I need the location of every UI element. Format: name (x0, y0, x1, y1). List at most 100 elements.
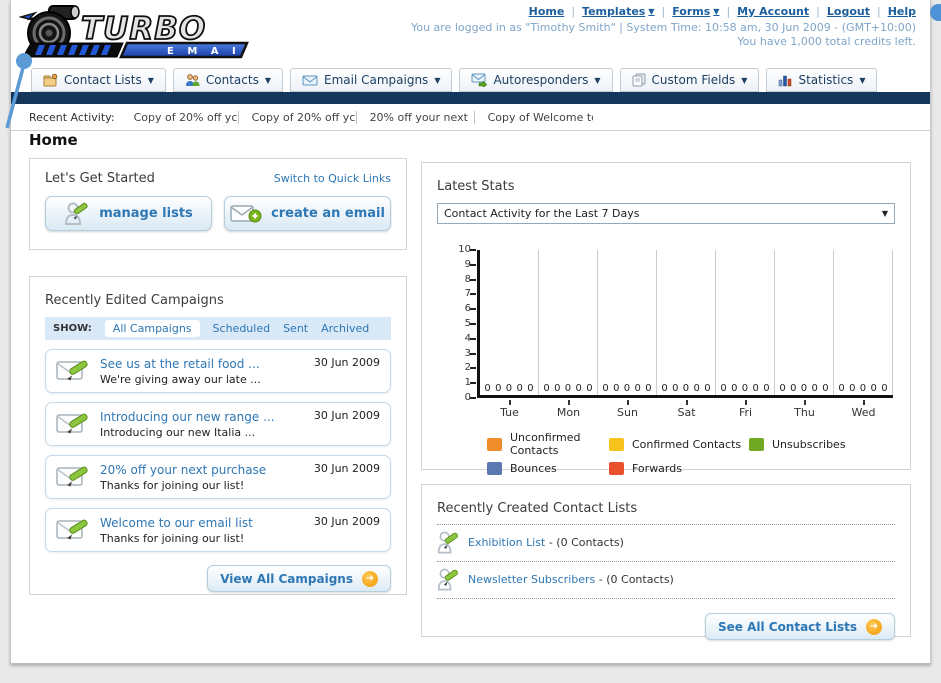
header-link-help[interactable]: Help (888, 5, 916, 18)
chart-value-label: 0 (495, 383, 502, 394)
chart-value-label: 0 (811, 383, 818, 394)
legend-swatch (609, 437, 624, 451)
create-email-button[interactable]: create an email (224, 196, 391, 231)
turbo-email-logo: E M A I L TURBO (18, 3, 269, 61)
campaign-title-link[interactable]: Welcome to our email list (100, 516, 253, 530)
header-link-logout[interactable]: Logout (827, 5, 870, 18)
main-content-area: E M A I L TURBO Home | Templates ▼ | Forms ▼… (10, 0, 931, 664)
chart-y-tick-label: 3 (464, 347, 471, 359)
campaign-subtitle: Introducing our new Italia ... (100, 426, 256, 439)
chart-value-label: 0 (752, 383, 759, 394)
recent-activity-item[interactable]: 20% off your next (365, 110, 475, 124)
campaign-date: 30 Jun 2009 (313, 356, 380, 369)
legend-label: Confirmed Contacts (632, 437, 742, 451)
chart-legend: Unconfirmed Contacts Confirmed Contacts Un… (487, 431, 895, 475)
campaign-date: 30 Jun 2009 (313, 409, 380, 422)
campaign-subtitle: We're giving away our late ... (100, 373, 261, 386)
list-item: Newsletter Subscribers - (0 Contacts) (437, 562, 895, 596)
chart-y-tick (470, 278, 476, 281)
header-link-my-account[interactable]: My Account (737, 5, 809, 18)
campaign-date: 30 Jun 2009 (313, 515, 380, 528)
filter-archived[interactable]: Archived (321, 322, 369, 335)
stats-dropdown[interactable]: Contact Activity for the Last 7 Days ▼ (437, 203, 895, 224)
contact-list-count: - (0 Contacts) (548, 536, 624, 549)
campaign-title-link[interactable]: 20% off your next purchase (100, 463, 266, 477)
see-all-contact-lists-button[interactable]: See All Contact Lists ➜ (704, 613, 895, 640)
legend-label: Forwards (632, 462, 682, 475)
chart-x-tick-label: Wed (834, 400, 893, 419)
switch-quick-links[interactable]: Switch to Quick Links (274, 172, 391, 185)
tab-contacts[interactable]: Contacts ▼ (172, 68, 283, 92)
tab-autoresponders[interactable]: Autoresponders ▼ (459, 68, 613, 92)
chart-value-label: 0 (881, 383, 888, 394)
legend-label: Unconfirmed Contacts (510, 431, 581, 457)
filter-all-campaigns[interactable]: All Campaigns (104, 320, 200, 337)
login-info-text: You are logged in as "Timothy Smith" | S… (411, 21, 916, 34)
filter-sent[interactable]: Sent (283, 322, 308, 335)
legend-item: Unsubscribes (749, 431, 895, 457)
chart-value-label: 0 (672, 383, 679, 394)
chart-value-label: 0 (779, 383, 786, 394)
chart-y-tick (470, 382, 476, 385)
recent-activity-item[interactable]: Copy of 20% off yc (247, 110, 357, 124)
chart-value-labels: 00000 (539, 383, 597, 394)
legend-item: Bounces (487, 462, 609, 475)
chart-y-tick-label: 7 (464, 288, 471, 300)
chart-value-label: 0 (484, 383, 491, 394)
recent-activity-item[interactable]: Copy of 20% off yc (129, 110, 239, 124)
main-navigation: Contact Lists ▼ Contacts ▼ Email Campaigns… (31, 68, 878, 92)
chart-y-tick-label: 0 (464, 392, 471, 403)
chart-value-label: 0 (859, 383, 867, 394)
chart-value-label: 0 (822, 383, 829, 394)
chart-x-tick (508, 400, 511, 405)
tab-custom-fields[interactable]: Custom Fields ▼ (619, 68, 760, 92)
chart-y-tick (470, 337, 476, 340)
filter-scheduled[interactable]: Scheduled (213, 322, 271, 335)
campaign-row: Introducing our new range ... Introducin… (45, 402, 391, 446)
chart-value-label: 0 (554, 383, 561, 394)
chevron-down-icon: ▼ (881, 209, 888, 218)
chart-value-label: 0 (613, 383, 620, 394)
header-link-templates[interactable]: Templates ▼ (582, 5, 654, 18)
view-all-campaigns-button[interactable]: View All Campaigns ➜ (207, 565, 391, 592)
chart-column: 00000 (480, 250, 539, 395)
chevron-down-icon: ▼ (147, 75, 154, 85)
tab-statistics[interactable]: Statistics ▼ (766, 68, 878, 92)
chart-y-tick-label: 4 (464, 332, 471, 344)
chart-value-label: 0 (586, 383, 593, 394)
chevron-down-icon: ▼ (594, 75, 601, 85)
chart-value-label: 0 (505, 383, 513, 394)
recent-activity-item[interactable]: Copy of Welcome tc (483, 111, 593, 124)
campaign-edit-icon (56, 413, 88, 434)
campaign-filter-bar: SHOW: All Campaigns Scheduled Sent Archi… (45, 317, 391, 340)
contact-list-link[interactable]: Exhibition List (468, 536, 545, 549)
chart-value-labels: 00000 (775, 383, 833, 394)
contact-list-link[interactable]: Newsletter Subscribers (468, 573, 595, 586)
credits-info-text: You have 1,000 total credits left. (737, 35, 916, 48)
campaign-title-link[interactable]: See us at the retail food ... (100, 357, 260, 371)
chart-y-tick-label: 9 (464, 258, 471, 270)
get-started-panel: Let's Get Started Switch to Quick Links … (29, 158, 407, 250)
recent-activity-label: Recent Activity: (29, 110, 115, 124)
chart-value-label: 0 (575, 383, 582, 394)
chart-value-label: 0 (602, 383, 609, 394)
chart-value-label: 0 (543, 383, 550, 394)
legend-swatch (749, 437, 764, 451)
header-link-forms[interactable]: Forms ▼ (672, 5, 719, 18)
tab-contact-lists[interactable]: Contact Lists ▼ (31, 68, 166, 92)
header-link-home[interactable]: Home (529, 5, 565, 18)
manage-lists-button[interactable]: manage lists (45, 196, 212, 231)
chart-value-labels: 00000 (480, 383, 538, 394)
campaign-title-link[interactable]: Introducing our new range ... (100, 410, 275, 424)
campaign-subtitle: Thanks for joining our list! (100, 479, 245, 492)
chart-value-label: 0 (564, 383, 572, 394)
chart-y-tick-label: 6 (464, 303, 471, 315)
chart-x-axis-labels: Tue Mon Sun Sat Fri Thu Wed (480, 400, 893, 419)
chevron-down-icon: ▼ (713, 7, 720, 16)
chart-y-tick (470, 397, 476, 399)
tab-email-campaigns[interactable]: Email Campaigns ▼ (290, 68, 453, 92)
chart-y-tick (470, 308, 476, 311)
campaign-edit-icon (56, 466, 88, 487)
chart-column: 00000 (539, 250, 598, 395)
contact-lists-icon (43, 73, 58, 87)
